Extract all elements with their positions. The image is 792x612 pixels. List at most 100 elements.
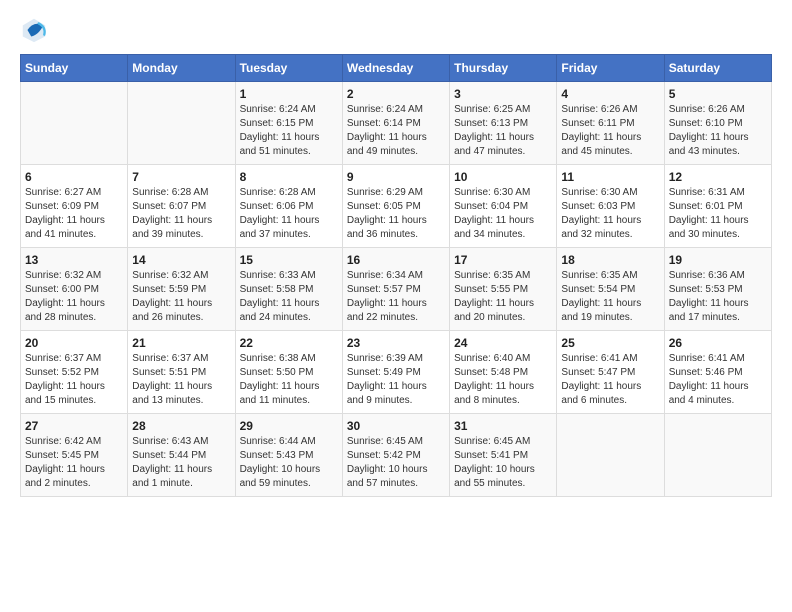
cell-content: Sunrise: 6:42 AM Sunset: 5:45 PM Dayligh… <box>25 435 123 491</box>
logo-icon <box>20 16 48 44</box>
cell-content: Sunrise: 6:28 AM Sunset: 6:07 PM Dayligh… <box>132 186 230 242</box>
cell-content: Sunrise: 6:24 AM Sunset: 6:15 PM Dayligh… <box>240 103 338 159</box>
header-day: Friday <box>557 55 664 82</box>
calendar-cell: 22Sunrise: 6:38 AM Sunset: 5:50 PM Dayli… <box>235 331 342 414</box>
cell-content: Sunrise: 6:44 AM Sunset: 5:43 PM Dayligh… <box>240 435 338 491</box>
cell-content: Sunrise: 6:37 AM Sunset: 5:52 PM Dayligh… <box>25 352 123 408</box>
calendar-cell: 24 Sunrise: 6:40 AM Sunset: 5:48 PM Dayli… <box>450 331 557 414</box>
cell-content: Sunrise: 6:45 AM Sunset: 5:41 PM Dayligh… <box>454 435 552 491</box>
calendar-cell: 1 Sunrise: 6:24 AM Sunset: 6:15 PM Daylig… <box>235 82 342 165</box>
cell-content: Sunrise: 6:35 AM Sunset: 5:54 PM Dayligh… <box>561 269 659 325</box>
cell-content: Sunrise: 6:29 AM Sunset: 6:05 PM Dayligh… <box>347 186 445 242</box>
day-number: 5 <box>669 87 767 101</box>
cell-content: Sunrise: 6:25 AM Sunset: 6:13 PM Dayligh… <box>454 103 552 159</box>
day-number: 24 <box>454 336 552 350</box>
calendar-body: 1 Sunrise: 6:24 AM Sunset: 6:15 PM Daylig… <box>21 82 772 497</box>
cell-content: Sunrise: 6:31 AM Sunset: 6:01 PM Dayligh… <box>669 186 767 242</box>
cell-content: Sunrise: 6:35 AM Sunset: 5:55 PM Dayligh… <box>454 269 552 325</box>
day-number: 29 <box>240 419 338 433</box>
logo <box>20 16 52 44</box>
calendar-cell <box>128 82 235 165</box>
header-day: Tuesday <box>235 55 342 82</box>
calendar-cell: 3Sunrise: 6:25 AM Sunset: 6:13 PM Daylig… <box>450 82 557 165</box>
day-number: 26 <box>669 336 767 350</box>
day-number: 31 <box>454 419 552 433</box>
calendar-cell: 31 Sunrise: 6:45 AM Sunset: 5:41 PM Dayli… <box>450 414 557 497</box>
calendar-cell: 4Sunrise: 6:26 AM Sunset: 6:11 PM Daylig… <box>557 82 664 165</box>
calendar-cell: 14 Sunrise: 6:32 AM Sunset: 5:59 PM Dayli… <box>128 248 235 331</box>
cell-content: Sunrise: 6:41 AM Sunset: 5:47 PM Dayligh… <box>561 352 659 408</box>
calendar-week-row: 6Sunrise: 6:27 AM Sunset: 6:09 PM Daylig… <box>21 165 772 248</box>
page: SundayMondayTuesdayWednesdayThursdayFrid… <box>0 0 792 517</box>
calendar-header: SundayMondayTuesdayWednesdayThursdayFrid… <box>21 55 772 82</box>
day-number: 23 <box>347 336 445 350</box>
cell-content: Sunrise: 6:43 AM Sunset: 5:44 PM Dayligh… <box>132 435 230 491</box>
calendar-cell: 8 Sunrise: 6:28 AM Sunset: 6:06 PM Daylig… <box>235 165 342 248</box>
day-number: 7 <box>132 170 230 184</box>
header-day: Monday <box>128 55 235 82</box>
calendar-cell: 6Sunrise: 6:27 AM Sunset: 6:09 PM Daylig… <box>21 165 128 248</box>
cell-content: Sunrise: 6:32 AM Sunset: 6:00 PM Dayligh… <box>25 269 123 325</box>
day-number: 14 <box>132 253 230 267</box>
cell-content: Sunrise: 6:41 AM Sunset: 5:46 PM Dayligh… <box>669 352 767 408</box>
header-day: Saturday <box>664 55 771 82</box>
day-number: 1 <box>240 87 338 101</box>
header-day: Thursday <box>450 55 557 82</box>
calendar-cell: 25 Sunrise: 6:41 AM Sunset: 5:47 PM Dayli… <box>557 331 664 414</box>
calendar-week-row: 20 Sunrise: 6:37 AM Sunset: 5:52 PM Dayli… <box>21 331 772 414</box>
calendar-cell: 27 Sunrise: 6:42 AM Sunset: 5:45 PM Dayli… <box>21 414 128 497</box>
calendar-cell: 5 Sunrise: 6:26 AM Sunset: 6:10 PM Daylig… <box>664 82 771 165</box>
day-number: 9 <box>347 170 445 184</box>
calendar-cell: 15 Sunrise: 6:33 AM Sunset: 5:58 PM Dayli… <box>235 248 342 331</box>
calendar-week-row: 13 Sunrise: 6:32 AM Sunset: 6:00 PM Dayli… <box>21 248 772 331</box>
cell-content: Sunrise: 6:38 AM Sunset: 5:50 PM Dayligh… <box>240 352 338 408</box>
calendar-cell: 19 Sunrise: 6:36 AM Sunset: 5:53 PM Dayli… <box>664 248 771 331</box>
calendar-cell: 18 Sunrise: 6:35 AM Sunset: 5:54 PM Dayli… <box>557 248 664 331</box>
calendar-cell: 28Sunrise: 6:43 AM Sunset: 5:44 PM Dayli… <box>128 414 235 497</box>
calendar-cell: 26 Sunrise: 6:41 AM Sunset: 5:46 PM Dayli… <box>664 331 771 414</box>
day-number: 11 <box>561 170 659 184</box>
header <box>20 16 772 44</box>
calendar-cell: 13 Sunrise: 6:32 AM Sunset: 6:00 PM Dayli… <box>21 248 128 331</box>
cell-content: Sunrise: 6:36 AM Sunset: 5:53 PM Dayligh… <box>669 269 767 325</box>
calendar-cell: 21 Sunrise: 6:37 AM Sunset: 5:51 PM Dayli… <box>128 331 235 414</box>
cell-content: Sunrise: 6:30 AM Sunset: 6:03 PM Dayligh… <box>561 186 659 242</box>
day-number: 8 <box>240 170 338 184</box>
day-number: 27 <box>25 419 123 433</box>
calendar-table: SundayMondayTuesdayWednesdayThursdayFrid… <box>20 54 772 497</box>
day-number: 30 <box>347 419 445 433</box>
calendar-cell: 9 Sunrise: 6:29 AM Sunset: 6:05 PM Daylig… <box>342 165 449 248</box>
calendar-cell <box>21 82 128 165</box>
day-number: 2 <box>347 87 445 101</box>
calendar-cell: 16Sunrise: 6:34 AM Sunset: 5:57 PM Dayli… <box>342 248 449 331</box>
header-row: SundayMondayTuesdayWednesdayThursdayFrid… <box>21 55 772 82</box>
cell-content: Sunrise: 6:37 AM Sunset: 5:51 PM Dayligh… <box>132 352 230 408</box>
day-number: 17 <box>454 253 552 267</box>
calendar-week-row: 27 Sunrise: 6:42 AM Sunset: 5:45 PM Dayli… <box>21 414 772 497</box>
cell-content: Sunrise: 6:28 AM Sunset: 6:06 PM Dayligh… <box>240 186 338 242</box>
day-number: 25 <box>561 336 659 350</box>
cell-content: Sunrise: 6:33 AM Sunset: 5:58 PM Dayligh… <box>240 269 338 325</box>
calendar-cell: 11 Sunrise: 6:30 AM Sunset: 6:03 PM Dayli… <box>557 165 664 248</box>
day-number: 6 <box>25 170 123 184</box>
day-number: 13 <box>25 253 123 267</box>
day-number: 18 <box>561 253 659 267</box>
calendar-cell: 29 Sunrise: 6:44 AM Sunset: 5:43 PM Dayli… <box>235 414 342 497</box>
cell-content: Sunrise: 6:40 AM Sunset: 5:48 PM Dayligh… <box>454 352 552 408</box>
calendar-week-row: 1 Sunrise: 6:24 AM Sunset: 6:15 PM Daylig… <box>21 82 772 165</box>
day-number: 4 <box>561 87 659 101</box>
day-number: 19 <box>669 253 767 267</box>
header-day: Sunday <box>21 55 128 82</box>
calendar-cell: 2Sunrise: 6:24 AM Sunset: 6:14 PM Daylig… <box>342 82 449 165</box>
day-number: 15 <box>240 253 338 267</box>
day-number: 21 <box>132 336 230 350</box>
day-number: 10 <box>454 170 552 184</box>
day-number: 20 <box>25 336 123 350</box>
calendar-cell: 17 Sunrise: 6:35 AM Sunset: 5:55 PM Dayli… <box>450 248 557 331</box>
cell-content: Sunrise: 6:45 AM Sunset: 5:42 PM Dayligh… <box>347 435 445 491</box>
day-number: 12 <box>669 170 767 184</box>
cell-content: Sunrise: 6:26 AM Sunset: 6:10 PM Dayligh… <box>669 103 767 159</box>
cell-content: Sunrise: 6:32 AM Sunset: 5:59 PM Dayligh… <box>132 269 230 325</box>
cell-content: Sunrise: 6:30 AM Sunset: 6:04 PM Dayligh… <box>454 186 552 242</box>
calendar-cell <box>557 414 664 497</box>
